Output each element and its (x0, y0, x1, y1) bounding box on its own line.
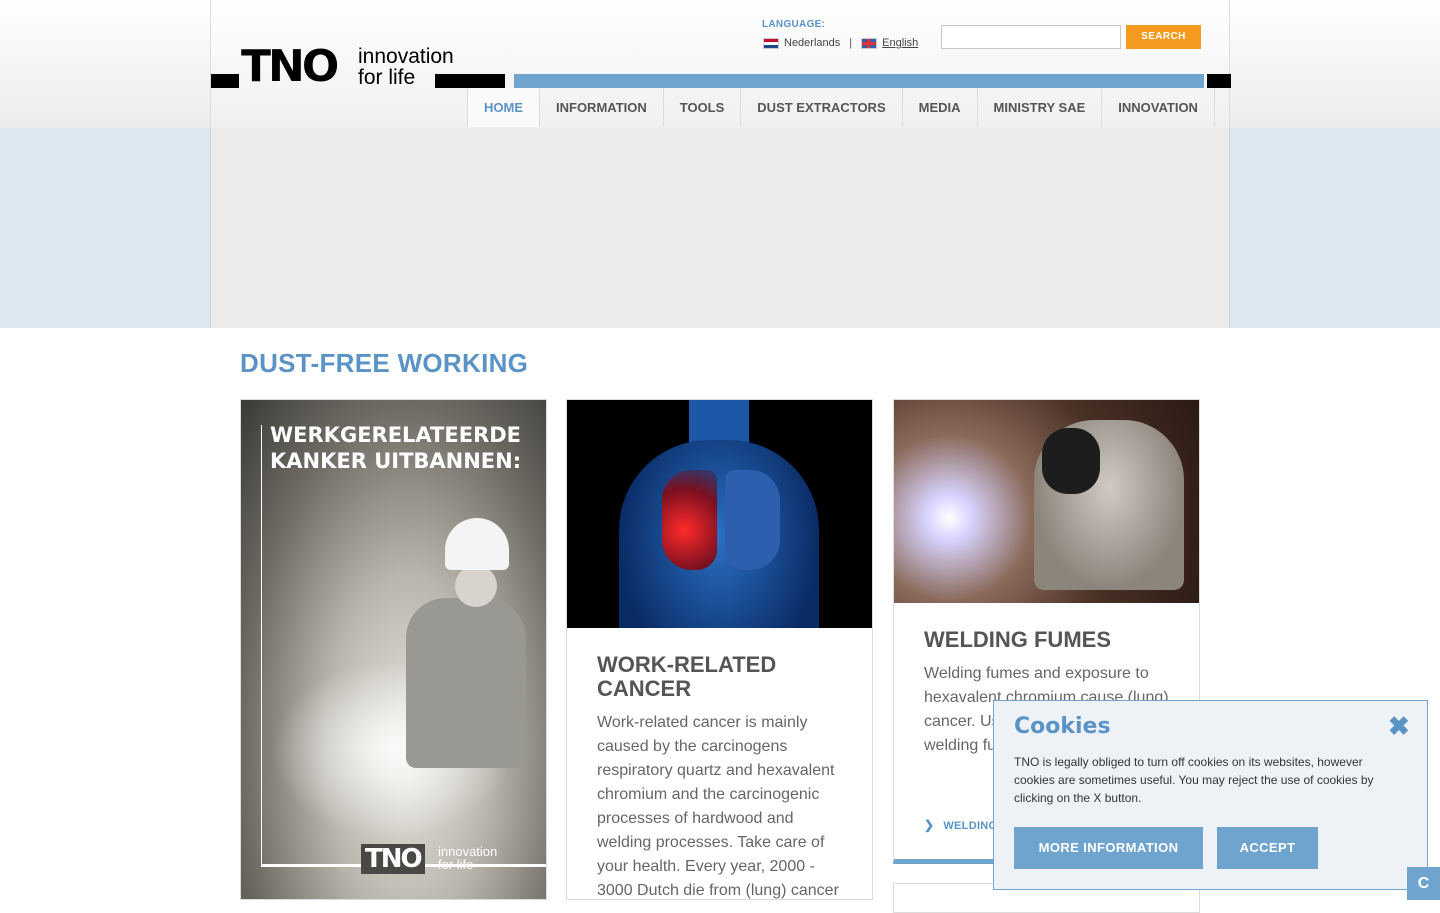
cookie-banner: Cookies ✖ TNO is legally obliged to turn… (993, 700, 1428, 890)
nav-media[interactable]: MEDIA (903, 88, 978, 127)
logo-bar-left (211, 74, 239, 88)
hero-inner (210, 128, 1230, 328)
page-title: DUST-FREE WORKING (240, 348, 529, 378)
uk-flag-icon (861, 37, 878, 49)
corner-tab[interactable]: C (1407, 867, 1440, 900)
nav-home[interactable]: HOME (468, 88, 540, 127)
language-label: LANGUAGE: (762, 19, 826, 30)
work-related-cancer-card[interactable]: WORK-RELATED CANCER Work-related cancer … (566, 399, 873, 900)
xray-lung-right (725, 470, 780, 570)
nav-tools[interactable]: TOOLS (664, 88, 742, 127)
nav-ministry-sae[interactable]: MINISTRY SAE (978, 88, 1103, 127)
ribbon-black (1207, 74, 1231, 88)
accept-button[interactable]: ACCEPT (1217, 827, 1318, 869)
nl-flag-icon (763, 37, 779, 49)
card-text: Work-related cancer is mainly caused by … (597, 714, 839, 899)
tno-logo[interactable]: TNO innovation for life (211, 42, 511, 92)
poster-line (261, 425, 262, 865)
worker-figure (406, 598, 526, 768)
nav-dust-extractors[interactable]: DUST EXTRACTORS (741, 88, 903, 127)
logo-mark: TNO (241, 41, 339, 92)
more-information-button[interactable]: MORE INFORMATION (1014, 827, 1203, 869)
cookie-text: TNO is legally obliged to turn off cooki… (1014, 755, 1374, 805)
poster-card[interactable]: WERKGERELATEERDE KANKER UITBANNEN: TNO i… (240, 399, 547, 900)
poster-title: WERKGERELATEERDE KANKER UITBANNEN: (270, 423, 522, 473)
xray-torso (619, 440, 819, 628)
header-ribbon (504, 74, 1231, 88)
card-title[interactable]: WORK-RELATED CANCER (597, 653, 827, 701)
header: TNO innovation for life LANGUAGE: Nederl… (210, 0, 1231, 128)
welding-image (894, 400, 1199, 603)
chevron-right-icon: ❯ (924, 818, 935, 832)
lung-xray-image (567, 400, 872, 628)
card-title[interactable]: WELDING FUMES (924, 628, 1111, 652)
poster-image: WERKGERELATEERDE KANKER UITBANNEN: TNO i… (241, 400, 546, 899)
welder-mask (1042, 428, 1100, 494)
close-icon[interactable]: ✖ (1388, 711, 1410, 741)
logo-bar-right (435, 74, 505, 88)
cookie-title: Cookies (1014, 714, 1111, 739)
lang-english[interactable]: English (882, 37, 918, 49)
poster-logo-mark: TNO (361, 844, 425, 874)
nav-innovation[interactable]: INNOVATION (1102, 88, 1215, 127)
poster-logo-tagline: innovation for life (438, 844, 498, 872)
search-button[interactable]: SEARCH (1126, 25, 1201, 49)
card-link[interactable]: ❯ WELDING (924, 818, 997, 832)
xray-lung-left (662, 470, 717, 570)
hero-banner (0, 128, 1440, 328)
main-nav: HOME INFORMATION TOOLS DUST EXTRACTORS M… (467, 88, 1215, 127)
search-input[interactable] (941, 25, 1121, 49)
language-switcher: Nederlands | English (763, 37, 918, 49)
worker-face (455, 565, 497, 607)
nav-information[interactable]: INFORMATION (540, 88, 664, 127)
lang-nederlands[interactable]: Nederlands (784, 37, 840, 49)
ribbon-blue (514, 74, 1204, 88)
card-link-label: WELDING (943, 820, 998, 832)
lang-separator: | (849, 37, 853, 49)
hard-hat (445, 518, 509, 570)
